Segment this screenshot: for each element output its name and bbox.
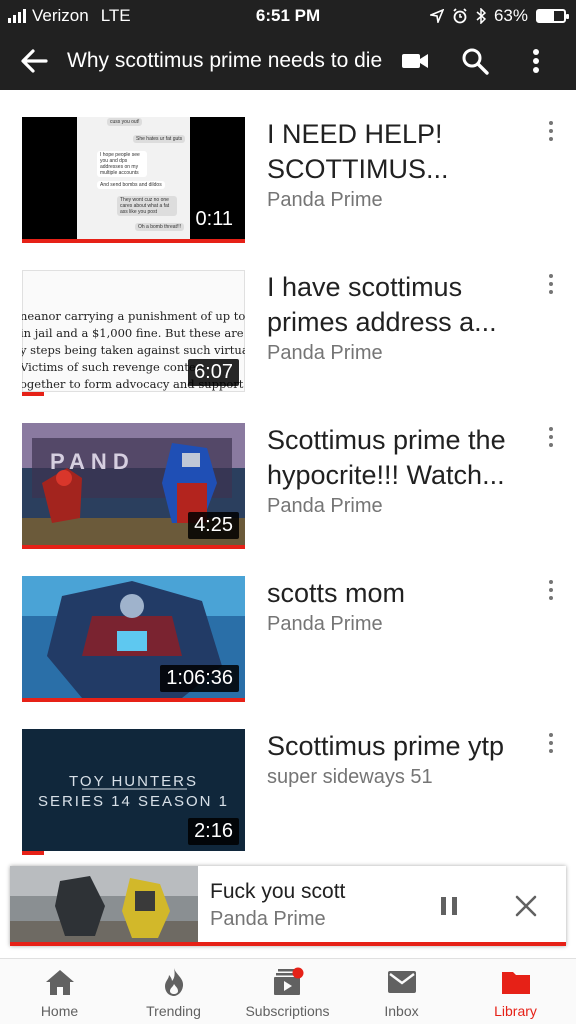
battery-icon bbox=[536, 9, 569, 23]
watch-progress bbox=[22, 851, 45, 855]
nav-label: Subscriptions bbox=[245, 1003, 330, 1019]
channel-name: Panda Prime bbox=[267, 495, 383, 517]
thumbnail-show-subtitle: SERIES 14 SEASON 1 bbox=[37, 793, 230, 810]
video-duration: 1:06:36 bbox=[160, 665, 239, 692]
thumbnail-chat: cuss you out! She hates ur fat guts I ho… bbox=[77, 117, 190, 239]
video-duration: 2:16 bbox=[188, 818, 239, 845]
video-item[interactable]: neanor carrying a punishment of up to si… bbox=[0, 270, 576, 396]
video-meta: Scottimus prime ytp super sideways 51 bbox=[267, 729, 545, 789]
more-vert-icon[interactable] bbox=[524, 46, 548, 76]
channel-name: Panda Prime bbox=[267, 342, 383, 364]
video-meta: I have scottimus primes address a... Pan… bbox=[267, 270, 545, 365]
chat-bubble: And send bombs and dildos bbox=[97, 181, 165, 189]
channel-name: Panda Prime bbox=[267, 613, 383, 635]
nav-item-trending[interactable]: Trending bbox=[116, 959, 231, 1025]
chat-bubble: They wont cuz no one cares about what a … bbox=[117, 196, 177, 216]
video-title[interactable]: I NEED HELP! SCOTTIMUS... bbox=[267, 117, 545, 187]
watch-progress bbox=[22, 392, 45, 396]
video-meta: Scottimus prime the hypocrite!!! Watch..… bbox=[267, 423, 545, 518]
nav-label: Home bbox=[40, 1003, 79, 1019]
bluetooth-icon bbox=[476, 8, 486, 24]
nav-label: Trending bbox=[146, 1003, 201, 1019]
video-title[interactable]: Scottimus prime ytp bbox=[267, 729, 545, 764]
app-bar: Why scottimus prime needs to die bbox=[0, 32, 576, 90]
nav-item-subscriptions[interactable]: Subscriptions bbox=[230, 959, 345, 1025]
mini-player-thumbnail[interactable] bbox=[10, 866, 198, 942]
video-meta: scotts mom Panda Prime bbox=[267, 576, 545, 636]
article-line: y steps being taken against such virtual bbox=[22, 343, 245, 357]
search-icon[interactable] bbox=[460, 46, 490, 76]
nav-item-library[interactable]: Library bbox=[458, 959, 573, 1025]
video-item[interactable]: TOY HUNTERS SERIES 14 SEASON 1 2:16 Scot… bbox=[0, 729, 576, 855]
video-duration: 0:11 bbox=[189, 206, 239, 233]
status-bar: Verizon LTE 6:51 PM 63% bbox=[0, 0, 576, 32]
more-vert-icon[interactable] bbox=[546, 580, 556, 602]
mini-player-channel: Panda Prime bbox=[210, 908, 326, 930]
pause-icon[interactable] bbox=[438, 895, 460, 917]
channel-name: super sideways 51 bbox=[267, 766, 433, 788]
video-thumbnail[interactable]: neanor carrying a punishment of up to si… bbox=[22, 270, 245, 396]
status-right: 63% bbox=[429, 6, 569, 26]
folder-icon bbox=[502, 972, 530, 994]
mini-player-image bbox=[10, 866, 198, 942]
nav-item-home[interactable]: Home bbox=[2, 959, 117, 1025]
location-icon bbox=[429, 9, 444, 23]
chat-bubble: She hates ur fat guts bbox=[133, 135, 186, 143]
video-thumbnail[interactable]: cuss you out! She hates ur fat guts I ho… bbox=[22, 117, 245, 243]
more-vert-icon[interactable] bbox=[546, 427, 556, 449]
watch-progress bbox=[22, 545, 245, 549]
battery-fill bbox=[538, 11, 555, 21]
chat-bubble: cuss you out! bbox=[107, 118, 143, 126]
more-vert-icon[interactable] bbox=[546, 121, 556, 143]
channel-name: Panda Prime bbox=[267, 189, 383, 211]
video-camera-icon[interactable] bbox=[400, 48, 430, 74]
video-thumbnail[interactable]: TOY HUNTERS SERIES 14 SEASON 1 2:16 bbox=[22, 729, 245, 855]
video-duration: 4:25 bbox=[188, 512, 239, 539]
page-title: Why scottimus prime needs to die bbox=[67, 49, 383, 72]
back-arrow-icon[interactable] bbox=[18, 46, 50, 76]
flame-icon bbox=[165, 968, 184, 996]
battery-percent: 63% bbox=[493, 6, 528, 25]
chat-bubble: I hope people see you and dps addresses … bbox=[97, 151, 147, 177]
video-item[interactable]: 1:06:36 scotts mom Panda Prime bbox=[0, 576, 576, 702]
nav-item-inbox[interactable]: Inbox bbox=[344, 959, 459, 1025]
video-title[interactable]: I have scottimus primes address a... bbox=[267, 270, 545, 340]
mini-player-progress bbox=[10, 942, 566, 946]
more-vert-icon[interactable] bbox=[546, 274, 556, 296]
more-vert-icon[interactable] bbox=[546, 733, 556, 755]
mini-player[interactable]: Fuck you scott Panda Prime bbox=[10, 866, 566, 946]
article-line: in jail and a $1,000 fine. But these are… bbox=[22, 326, 245, 340]
video-title[interactable]: scotts mom bbox=[267, 576, 545, 611]
nav-label: Inbox bbox=[384, 1003, 419, 1019]
article-line: neanor carrying a punishment of up to si… bbox=[22, 309, 245, 323]
video-title[interactable]: Scottimus prime the hypocrite!!! Watch..… bbox=[267, 423, 545, 493]
thumbnail-sign-text: PAND bbox=[50, 449, 135, 474]
home-icon bbox=[46, 970, 74, 995]
video-duration: 6:07 bbox=[188, 359, 239, 386]
nav-label: Library bbox=[494, 1003, 537, 1019]
video-meta: I NEED HELP! SCOTTIMUS... Panda Prime bbox=[267, 117, 545, 212]
bottom-nav: Home Trending Subscriptions Inbox Librar… bbox=[0, 958, 576, 1024]
close-icon[interactable] bbox=[514, 894, 538, 918]
thumbnail-show-title: TOY HUNTERS bbox=[69, 773, 198, 790]
video-item[interactable]: PAND 4:25 Scottimus prime the hypocrite!… bbox=[0, 423, 576, 549]
mini-player-title[interactable]: Fuck you scott bbox=[210, 880, 345, 904]
video-thumbnail[interactable]: PAND 4:25 bbox=[22, 423, 245, 549]
inbox-icon bbox=[388, 971, 416, 993]
watch-progress bbox=[22, 239, 245, 243]
video-item[interactable]: cuss you out! She hates ur fat guts I ho… bbox=[0, 117, 576, 243]
chat-bubble: Oh a bomb threat!!! bbox=[135, 223, 185, 231]
watch-progress bbox=[22, 698, 245, 702]
video-thumbnail[interactable]: 1:06:36 bbox=[22, 576, 245, 702]
subscriptions-icon bbox=[274, 967, 304, 995]
alarm-icon bbox=[453, 8, 467, 24]
